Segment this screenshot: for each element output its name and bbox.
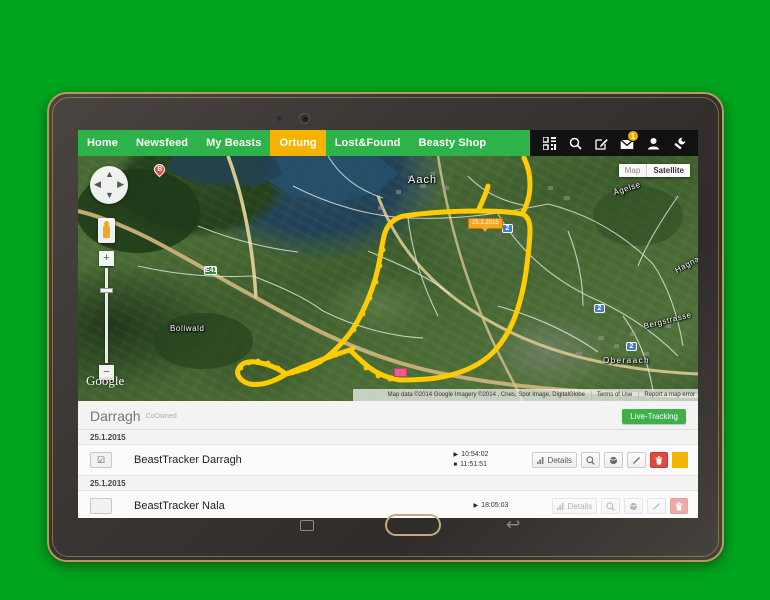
android-navigation-bar: ↩ <box>49 498 722 560</box>
zoom-slider-handle[interactable] <box>100 288 113 293</box>
zoom-in-button[interactable]: + <box>99 251 114 266</box>
pegman-body <box>103 225 110 238</box>
front-camera-icon <box>299 113 310 124</box>
pan-down-icon[interactable]: ▼ <box>105 191 114 200</box>
stop-icon: ■ <box>453 462 458 468</box>
bar-chart-icon <box>536 457 543 464</box>
map-zoom-control[interactable]: + − <box>99 251 114 380</box>
recent-apps-icon[interactable] <box>300 520 314 531</box>
globe-icon <box>609 456 618 464</box>
details-label: Details <box>547 455 572 465</box>
nav-item-newsfeed[interactable]: Newsfeed <box>127 130 197 156</box>
tracker-name: BeastTracker Darragh <box>134 454 242 466</box>
details-button[interactable]: Details <box>531 452 577 468</box>
navbar-icon-group: 1 <box>530 130 698 156</box>
search-icon[interactable] <box>562 130 588 156</box>
back-icon[interactable]: ↩ <box>506 516 522 533</box>
map-pan-control[interactable]: ▲ ▼ ◀ ▶ <box>90 166 128 204</box>
page-title: Darragh <box>90 408 141 424</box>
date-header: 25.1.2015 <box>78 430 698 445</box>
delete-button[interactable] <box>650 452 668 468</box>
row-times: ▶ 10:54:02 ■ 11:51:51 <box>454 450 532 470</box>
magnifier-icon <box>586 455 595 465</box>
edit-button[interactable] <box>627 452 646 468</box>
show-on-globe-button[interactable] <box>604 452 623 468</box>
table-row[interactable]: ☑ BeastTracker Darragh ▶ 10:54:02 ■ 11:5… <box>78 445 698 476</box>
map-attribution: Map data ©2014 Google Imagery ©2014 , Cn… <box>353 389 698 401</box>
panel-header: Darragh CoOwned Live-Tracking <box>78 401 698 430</box>
pan-left-icon[interactable]: ◀ <box>94 180 101 189</box>
row-checkbox-checked[interactable]: ☑ <box>90 452 112 468</box>
pencil-icon <box>633 456 640 464</box>
tablet-screen: Home Newsfeed My Beasts Ortung Lost&Foun… <box>78 130 698 518</box>
start-time: 10:54:02 <box>461 451 489 458</box>
map-type-satellite-button[interactable]: Satellite <box>647 164 690 177</box>
nav-item-ortung[interactable]: Ortung <box>270 130 326 156</box>
trash-icon <box>655 455 663 465</box>
street-view-pegman-icon[interactable] <box>98 218 115 243</box>
ownership-label: CoOwned <box>145 412 177 420</box>
map-type-switcher[interactable]: Map Satellite <box>618 164 690 177</box>
map-canvas[interactable]: Aach Ägelse Bollwald Oberaach Hagna Berg… <box>78 156 698 401</box>
messages-badge: 1 <box>627 130 639 142</box>
zoom-slider-track[interactable] <box>100 268 113 363</box>
nav-item-my-beasts[interactable]: My Beasts <box>197 130 270 156</box>
map-roads-layer <box>78 156 698 401</box>
messages-icon[interactable]: 1 <box>614 130 640 156</box>
map-type-map-button[interactable]: Map <box>618 164 648 177</box>
attribution-data-text: Map data ©2014 Google Imagery ©2014 , Cn… <box>387 392 585 398</box>
nav-item-home[interactable]: Home <box>78 130 127 156</box>
qr-code-icon[interactable] <box>536 130 562 156</box>
tablet-device: Home Newsfeed My Beasts Ortung Lost&Foun… <box>47 92 724 562</box>
compose-icon[interactable] <box>588 130 614 156</box>
pan-right-icon[interactable]: ▶ <box>117 180 124 189</box>
settings-wrench-icon[interactable] <box>666 130 692 156</box>
profile-icon[interactable] <box>640 130 666 156</box>
date-header: 25.1.2015 <box>78 476 698 491</box>
zoom-to-track-button[interactable] <box>581 452 600 468</box>
attribution-terms-link[interactable]: Terms of Use <box>590 391 632 399</box>
sensor-dot-icon <box>277 116 282 121</box>
play-icon: ▶ <box>453 452 459 458</box>
nav-item-beasty-shop[interactable]: Beasty Shop <box>409 130 495 156</box>
attribution-report-link[interactable]: Report a map error <box>638 391 695 399</box>
row-actions: Details <box>531 452 688 468</box>
pan-up-icon[interactable]: ▲ <box>105 170 114 179</box>
navbar-spacer <box>495 130 530 156</box>
live-tracking-button[interactable]: Live-Tracking <box>622 408 686 424</box>
home-button-icon[interactable] <box>385 514 441 536</box>
google-logo: Google <box>86 373 125 388</box>
end-time: 11:51:51 <box>460 461 487 468</box>
app-navbar: Home Newsfeed My Beasts Ortung Lost&Foun… <box>78 130 698 156</box>
track-color-swatch[interactable] <box>672 452 688 468</box>
nav-item-lost-and-found[interactable]: Lost&Found <box>326 130 410 156</box>
